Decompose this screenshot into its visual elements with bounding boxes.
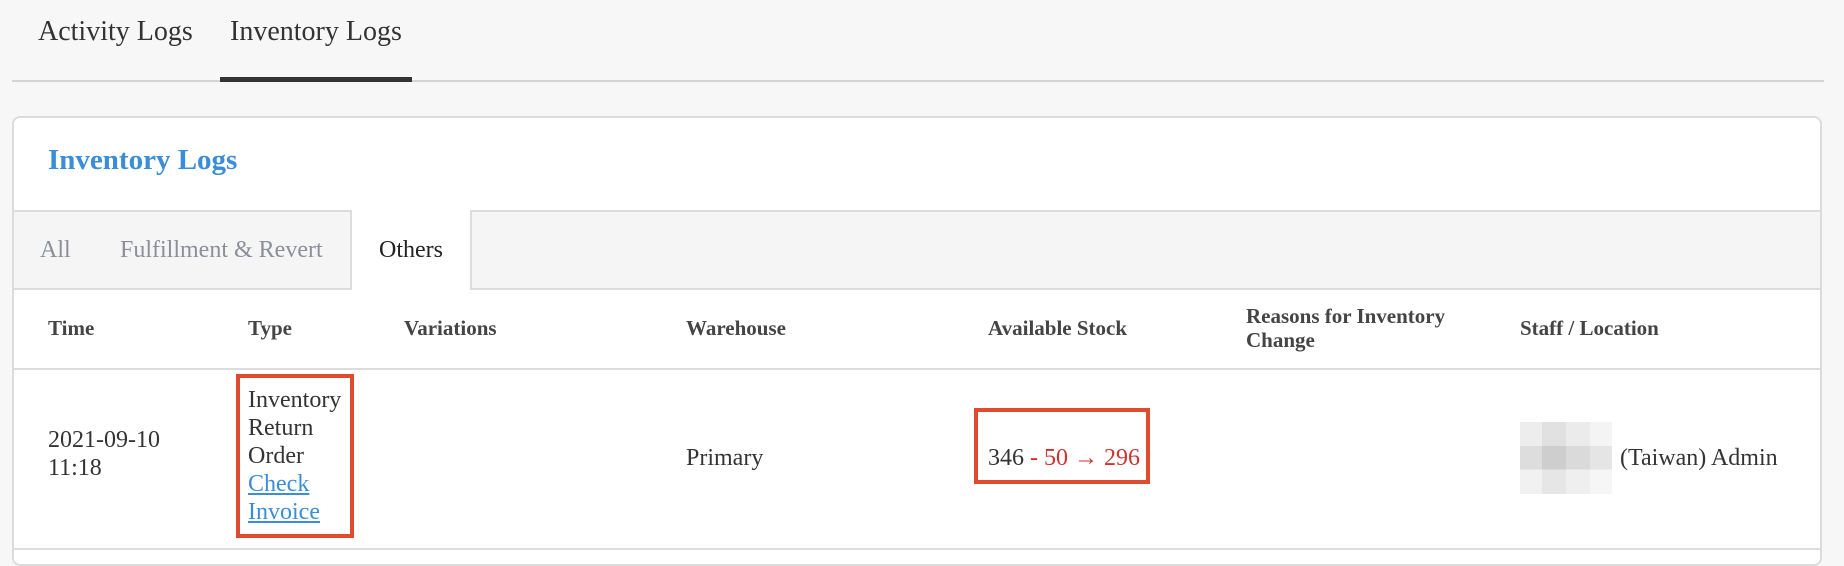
sub-tab-all[interactable]: All — [40, 212, 71, 288]
inventory-logs-card: Inventory Logs All Fulfillment & Revert … — [12, 116, 1822, 566]
sub-tab-fulfillment-revert[interactable]: Fulfillment & Revert — [120, 212, 323, 288]
card-title: Inventory Logs — [48, 144, 238, 176]
cell-available-stock: 346 - 50 → 296 — [988, 444, 1140, 472]
table-header: Time Type Variations Warehouse Available… — [14, 288, 1820, 370]
header-time[interactable]: Time — [48, 288, 94, 368]
top-tab-bar: Activity Logs Inventory Logs — [12, 0, 1824, 82]
cell-warehouse: Primary — [686, 445, 764, 471]
header-reasons[interactable]: Reasons for Inventory Change — [1246, 288, 1486, 368]
sub-tab-bar: All Fulfillment & Revert Others — [14, 210, 1820, 290]
stock-change: - 50 → 296 — [1030, 445, 1140, 471]
check-invoice-link[interactable]: Check Invoice — [248, 471, 320, 525]
cell-type: Inventory Return Order Check Invoice — [248, 386, 358, 526]
header-staff-location[interactable]: Staff / Location — [1520, 288, 1659, 368]
tab-inventory-logs[interactable]: Inventory Logs — [220, 0, 412, 82]
header-available-stock[interactable]: Available Stock — [988, 288, 1127, 368]
staff-location-text: (Taiwan) Admin — [1620, 445, 1778, 471]
cell-staff-location: (Taiwan) Admin — [1520, 422, 1778, 494]
avatar — [1520, 422, 1612, 494]
type-label: Inventory Return Order — [248, 387, 342, 469]
header-warehouse[interactable]: Warehouse — [686, 288, 786, 368]
tab-activity-logs[interactable]: Activity Logs — [38, 0, 193, 80]
table-row: 2021-09-10 11:18 Inventory Return Order … — [14, 370, 1820, 550]
sub-tab-others[interactable]: Others — [350, 210, 472, 290]
cell-time: 2021-09-10 11:18 — [48, 427, 160, 481]
header-type[interactable]: Type — [248, 288, 292, 368]
stock-before: 346 — [988, 445, 1024, 471]
header-variations[interactable]: Variations — [404, 288, 497, 368]
